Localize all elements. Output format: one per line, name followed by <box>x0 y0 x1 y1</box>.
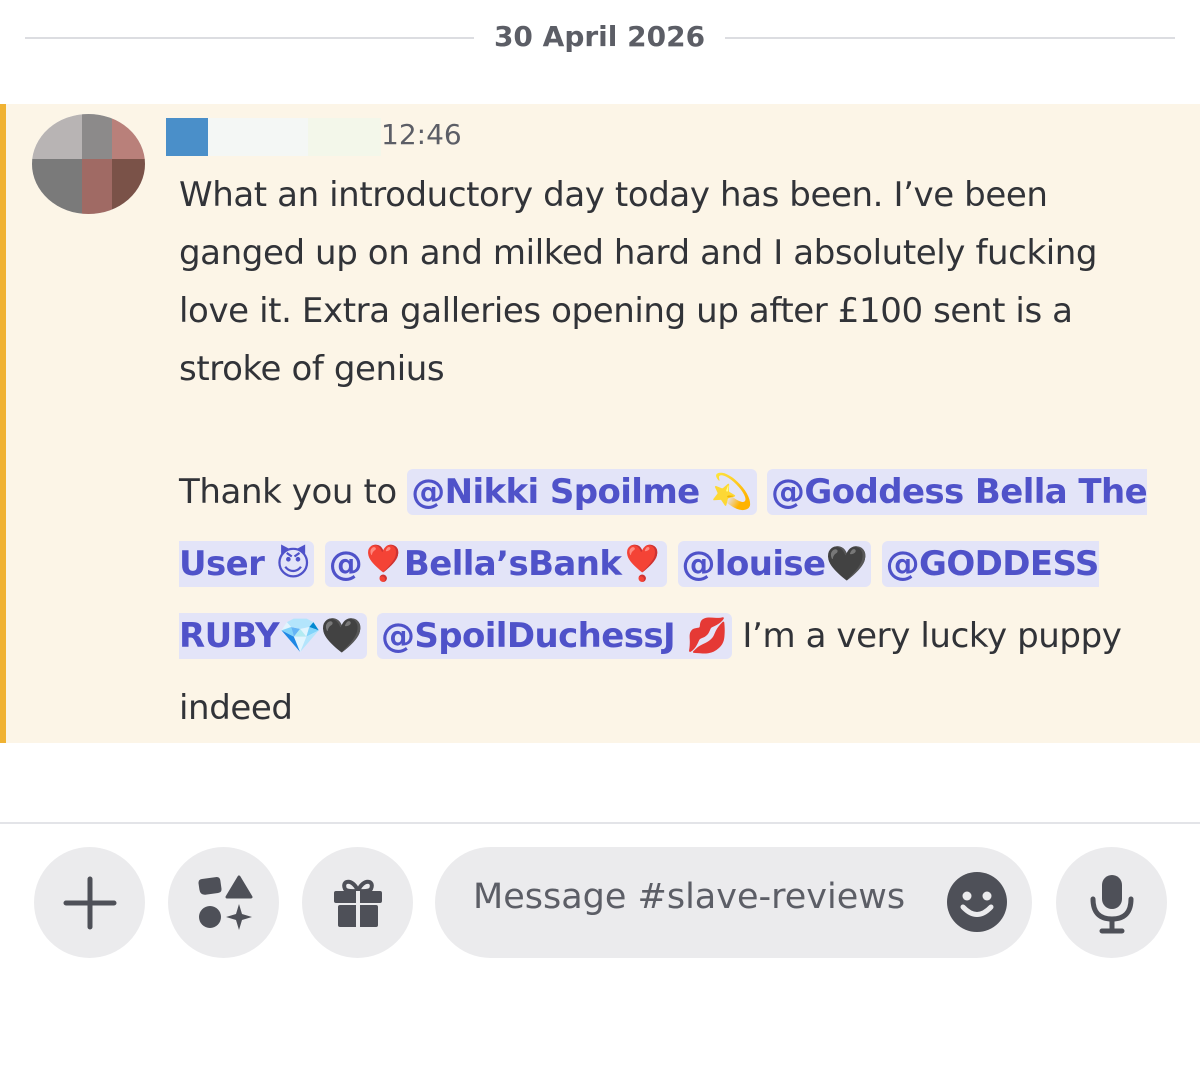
gift-icon <box>333 879 382 927</box>
voice-message-button[interactable] <box>1056 847 1167 958</box>
user-mention[interactable]: @louise🖤 <box>677 541 872 587</box>
apps-icon <box>197 875 252 930</box>
author-name-redacted[interactable] <box>166 114 381 160</box>
emoji-button[interactable] <box>945 870 1009 934</box>
message-text: Thank you to <box>179 472 408 512</box>
avatar[interactable] <box>32 114 145 214</box>
user-mention[interactable]: @❣️Bella’sBank❣️ <box>324 541 668 587</box>
gift-button[interactable] <box>302 847 413 958</box>
message-timestamp: 12:46 <box>381 118 462 151</box>
plus-icon <box>63 876 116 929</box>
message-paragraph: What an introductory day today has been.… <box>179 175 1098 389</box>
emoji-icon <box>947 872 1007 932</box>
message-input-placeholder: Message #slave-reviews <box>473 877 906 917</box>
microphone-icon <box>1090 874 1133 933</box>
user-mention[interactable]: @SpoilDuchessJ 💋 <box>376 613 733 659</box>
divider-line <box>725 37 1175 39</box>
add-attachment-button[interactable] <box>34 847 145 958</box>
message-paragraph: Thank you to @Nikki Spoilme 💫 @Goddess B… <box>179 456 1169 744</box>
mention-highlight-bar <box>0 104 6 743</box>
date-divider: 30 April 2026 <box>0 18 1200 58</box>
chat-message[interactable]: 12:46 What an introductory day today has… <box>0 104 1200 743</box>
user-mention[interactable]: @Nikki Spoilme 💫 <box>407 469 757 515</box>
divider-line <box>25 37 474 39</box>
message-input[interactable]: Message #slave-reviews <box>435 847 1032 958</box>
date-label: 30 April 2026 <box>493 20 706 53</box>
message-content: What an introductory day today has been.… <box>179 166 1169 744</box>
apps-button[interactable] <box>168 847 279 958</box>
composer-divider <box>0 822 1200 824</box>
